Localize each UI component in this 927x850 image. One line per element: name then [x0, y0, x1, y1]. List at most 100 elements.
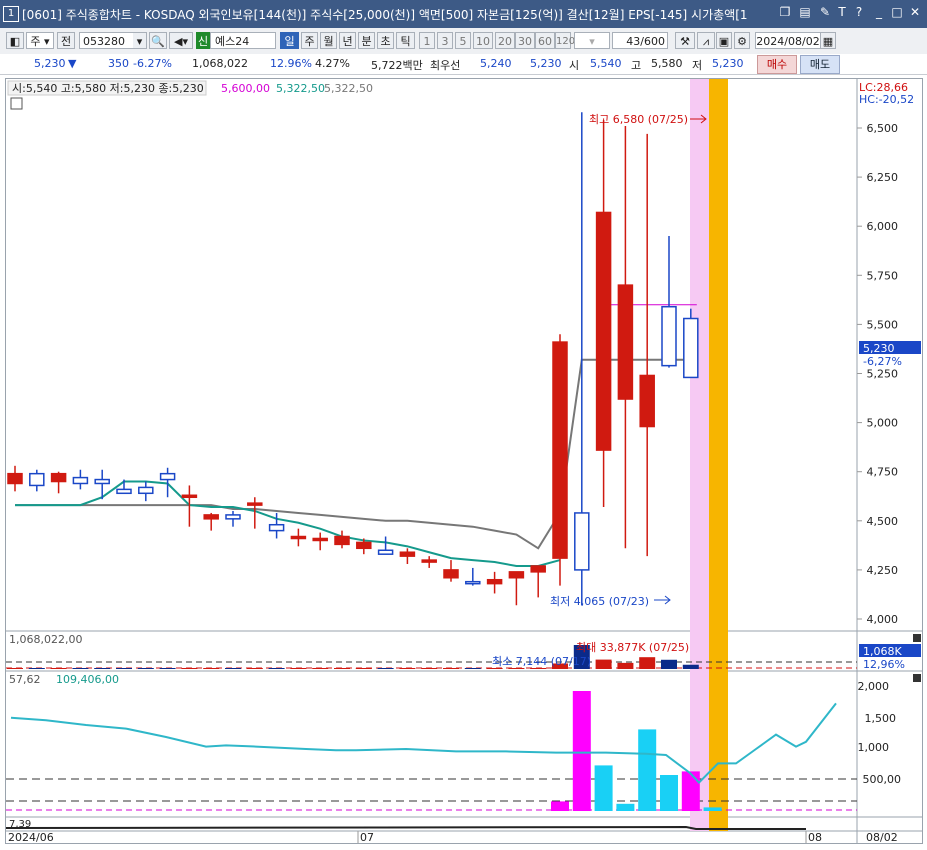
- date-input[interactable]: 2024/08/02: [755, 32, 821, 49]
- price-ytick-label: 5,000: [867, 417, 899, 430]
- candle-body: [247, 502, 263, 506]
- volume-bar: [137, 668, 154, 669]
- ohlc-legend: 시:5,540 고:5,580 저:5,230 종:5,230: [12, 82, 204, 95]
- interval-3[interactable]: 3: [437, 32, 453, 49]
- period-tick[interactable]: 틱: [396, 32, 415, 49]
- search-icon[interactable]: 🔍: [149, 32, 167, 49]
- market-select[interactable]: 주 ▾: [26, 32, 54, 49]
- buy-button[interactable]: 매수: [757, 55, 797, 74]
- high-annotation: 최고 6,580 (07/25): [589, 113, 688, 126]
- candle-body: [356, 541, 372, 550]
- period-month[interactable]: 월: [320, 32, 337, 49]
- interval-5[interactable]: 5: [455, 32, 471, 49]
- price-ytick-label: 4,250: [867, 564, 899, 577]
- candle-body: [443, 569, 459, 579]
- indicator-add-icon[interactable]: ⚒: [675, 32, 695, 49]
- settings-gear-icon[interactable]: ⚙: [734, 32, 750, 49]
- price-ytick-label: 4,000: [867, 613, 899, 626]
- interval-1[interactable]: 1: [419, 32, 435, 49]
- indicator-val1: 57,62: [9, 673, 41, 686]
- volume-bar: [7, 668, 23, 669]
- page-counter[interactable]: 43/600: [612, 32, 668, 49]
- high-value: 5,580: [651, 57, 683, 70]
- indicator-panel-close-icon[interactable]: [913, 674, 921, 682]
- candle-body: [225, 514, 241, 520]
- candle-body: [595, 211, 612, 451]
- candle-body: [159, 472, 176, 481]
- indicator-bar: [572, 691, 591, 811]
- chevron-down-icon[interactable]: ▾: [133, 32, 147, 49]
- indicator-bar: [660, 775, 678, 811]
- candle-body: [268, 523, 285, 532]
- candle-body: [421, 559, 437, 563]
- high-label: 고: [631, 59, 642, 72]
- grid-toggle-icon[interactable]: [10, 97, 23, 110]
- window-index-badge: 1: [3, 6, 19, 22]
- chart-type-icon[interactable]: ⩘: [697, 32, 715, 49]
- text-icon[interactable]: T: [835, 5, 849, 19]
- x-label-08: 08: [808, 831, 822, 843]
- volume-bar: [530, 668, 547, 669]
- candle-body: [334, 535, 350, 546]
- window-menu-icon[interactable]: ◧: [6, 32, 24, 49]
- volume-bar: [508, 668, 525, 669]
- window-titlebar: 1 [0601] 주식종합차트 - KOSDAQ 외국인보유[144(천)] 주…: [0, 0, 927, 28]
- close-icon[interactable]: ✕: [908, 5, 922, 19]
- chart-svg[interactable]: 시:5,540 고:5,580 저:5,230 종:5,230 5,600,00…: [5, 79, 922, 844]
- candle-body: [29, 472, 45, 487]
- quote-bar: 5,230 ▼ 350 -6.27% 1,068,022 12.96% 4.27…: [0, 54, 927, 75]
- toolbar: ◧ 주 ▾ 전 053280 ▾ 🔍 ◀▾ 신 예스24 일 주 월 년 분 초…: [0, 28, 927, 55]
- interval-120[interactable]: 120: [555, 32, 575, 49]
- chart-area[interactable]: 시:5,540 고:5,580 저:5,230 종:5,230 5,600,00…: [5, 78, 923, 844]
- volume-panel-close-icon[interactable]: [913, 634, 921, 642]
- down-arrow-icon: ▼: [68, 57, 77, 70]
- ind-ytick-1500: 1,500: [865, 712, 897, 725]
- candle-body: [617, 284, 634, 400]
- x-label-2024-06: 2024/06: [8, 831, 54, 843]
- candle-body: [290, 535, 307, 540]
- interval-20[interactable]: 20: [495, 32, 515, 49]
- candle-body: [7, 472, 23, 485]
- period-week[interactable]: 주: [301, 32, 318, 49]
- interval-10[interactable]: 10: [473, 32, 493, 49]
- x-label-08-02: 08/02: [866, 831, 898, 843]
- period-day[interactable]: 일: [280, 32, 299, 49]
- prev-button[interactable]: 전: [57, 32, 75, 49]
- current-pct-tag: -6,27%: [863, 355, 902, 368]
- price-ytick-label: 4,750: [867, 466, 899, 479]
- help-icon[interactable]: ?: [852, 5, 866, 19]
- window-title: [0601] 주식종합차트 - KOSDAQ 외국인보유[144(천)] 주식수…: [22, 8, 748, 22]
- volume-bar: [443, 668, 459, 669]
- speaker-icon[interactable]: ◀▾: [169, 32, 193, 49]
- candle-body: [639, 374, 655, 428]
- volume-bar: [661, 659, 677, 669]
- price-y-axis: 6,500 6,250 6,000 5,750 5,500 5,250 5,000 4,750…: [857, 122, 898, 626]
- volume-bar: [421, 668, 438, 669]
- period-minute[interactable]: 분: [358, 32, 375, 49]
- maximize-icon[interactable]: □: [890, 5, 904, 19]
- credit-badge: 신: [196, 32, 210, 49]
- sell-button[interactable]: 매도: [800, 55, 840, 74]
- pin-icon[interactable]: ✎: [818, 5, 832, 19]
- interval-30[interactable]: 30: [515, 32, 535, 49]
- candle-body: [116, 488, 132, 495]
- volume-bar: [116, 668, 132, 669]
- volume-bar: [464, 668, 481, 669]
- stock-name-field[interactable]: 예스24: [210, 32, 276, 49]
- interval-60[interactable]: 60: [535, 32, 555, 49]
- price-ytick-label: 6,500: [867, 122, 899, 135]
- period-second[interactable]: 초: [377, 32, 394, 49]
- save-icon[interactable]: ▣: [716, 32, 732, 49]
- restore-icon[interactable]: ❐: [778, 5, 792, 19]
- minimize-icon[interactable]: _: [872, 5, 886, 19]
- volume-value: 1,068,022: [192, 57, 248, 70]
- volume-min-annotation: 최소 7,144 (07/17): [492, 655, 591, 668]
- indicator-val2: 109,406,00: [56, 673, 119, 686]
- calendar-icon[interactable]: ▦: [820, 32, 836, 49]
- low-arrow-icon: [654, 595, 671, 605]
- indicator-bar: [638, 729, 657, 811]
- period-year[interactable]: 년: [339, 32, 356, 49]
- layout-icon[interactable]: ▤: [798, 5, 812, 19]
- candle-body: [94, 478, 110, 485]
- interval-custom-input[interactable]: ▾: [574, 32, 610, 49]
